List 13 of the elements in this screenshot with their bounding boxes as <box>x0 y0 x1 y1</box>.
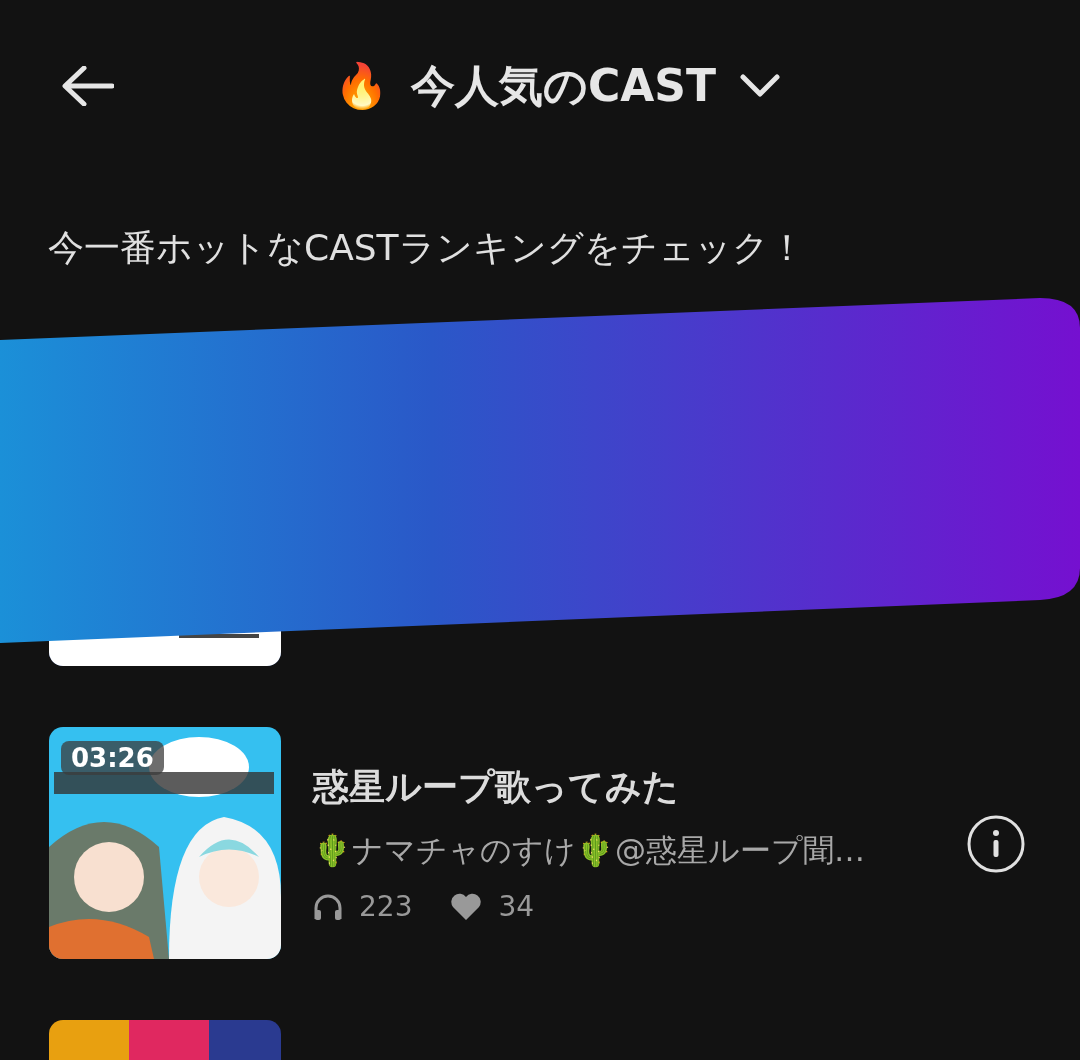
page-title[interactable]: 今人気のCAST <box>411 56 717 116</box>
cast-author: 🌵ナマチャのすけ🌵@惑星ループ聞… <box>313 831 865 870</box>
like-count: 34 <box>498 890 535 923</box>
back-icon[interactable] <box>62 66 114 106</box>
fire-emoji: 🔥 <box>334 64 389 108</box>
chevron-down-icon[interactable] <box>740 74 781 98</box>
heart-icon <box>450 892 483 921</box>
play-count: 223 <box>359 890 413 923</box>
headphones-icon <box>313 892 343 921</box>
cast-title[interactable]: 惑星ループ歌ってみた <box>313 763 865 812</box>
duration-badge: 03:26 <box>61 741 164 775</box>
subtitle: 今一番ホットなCASTランキングをチェック！ <box>48 226 806 270</box>
info-icon[interactable] <box>967 815 1025 873</box>
